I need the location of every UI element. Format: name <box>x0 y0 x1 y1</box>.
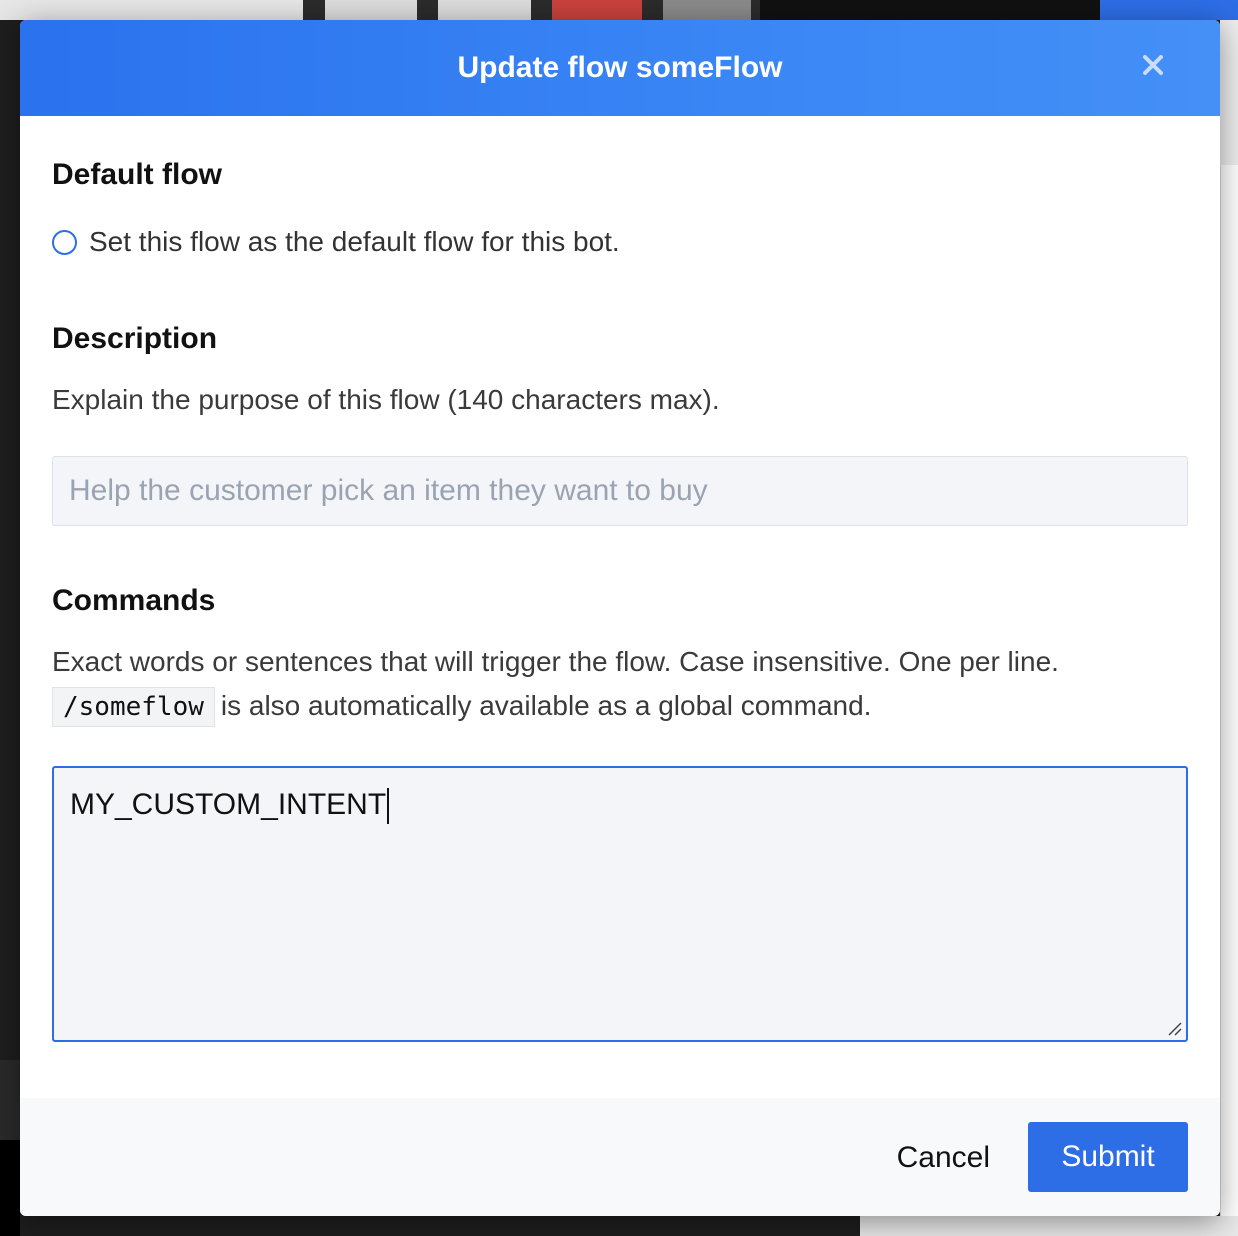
default-flow-heading: Default flow <box>52 158 222 191</box>
modal-title: Update flow someFlow <box>457 51 783 84</box>
background-terminal <box>0 1140 20 1236</box>
close-button[interactable] <box>1138 50 1168 80</box>
commands-help-line-2-text: is also automatically available as a glo… <box>220 690 872 721</box>
default-flow-radio[interactable] <box>52 229 77 255</box>
background-toolbar-button <box>663 0 751 20</box>
close-icon <box>1143 55 1163 75</box>
background-toolbar-segment <box>760 0 1100 20</box>
cancel-button[interactable]: Cancel <box>891 1140 996 1176</box>
modal-header: Update flow someFlow <box>20 20 1220 116</box>
resize-grip-icon[interactable] <box>1168 1022 1182 1036</box>
commands-textarea-value: MY_CUSTOM_INTENT <box>70 788 387 821</box>
background-toolbar-button <box>552 0 642 20</box>
background-left-panel <box>0 1060 20 1140</box>
commands-textarea[interactable]: MY_CUSTOM_INTENT <box>52 766 1188 1042</box>
background-toolbar-button <box>325 0 417 20</box>
description-heading: Description <box>52 322 218 355</box>
update-flow-modal: Update flow someFlow Default flow Set th… <box>20 20 1220 1216</box>
modal-footer: Cancel Submit <box>20 1098 1220 1216</box>
description-input[interactable] <box>52 456 1188 526</box>
background-bottom-toolbar <box>860 1216 1238 1236</box>
description-help-text: Explain the purpose of this flow (140 ch… <box>52 384 720 415</box>
text-caret <box>387 788 390 825</box>
background-toolbar-button <box>1100 0 1238 20</box>
background-toolbar-button <box>438 0 531 20</box>
commands-help-text: Exact words or sentences that will trigg… <box>52 640 1172 728</box>
global-command-chip: /someflow <box>52 687 215 727</box>
default-flow-option[interactable]: Set this flow as the default flow for th… <box>52 226 620 258</box>
background-toolbar-segment <box>0 0 303 20</box>
commands-help-line-1: Exact words or sentences that will trigg… <box>52 646 1059 677</box>
submit-button[interactable]: Submit <box>1028 1122 1188 1192</box>
background-right-panel-content <box>1220 165 1238 1236</box>
default-flow-radio-label[interactable]: Set this flow as the default flow for th… <box>89 226 620 258</box>
commands-help-line-2: /someflow is also automatically available… <box>52 684 1172 728</box>
commands-heading: Commands <box>52 584 216 617</box>
